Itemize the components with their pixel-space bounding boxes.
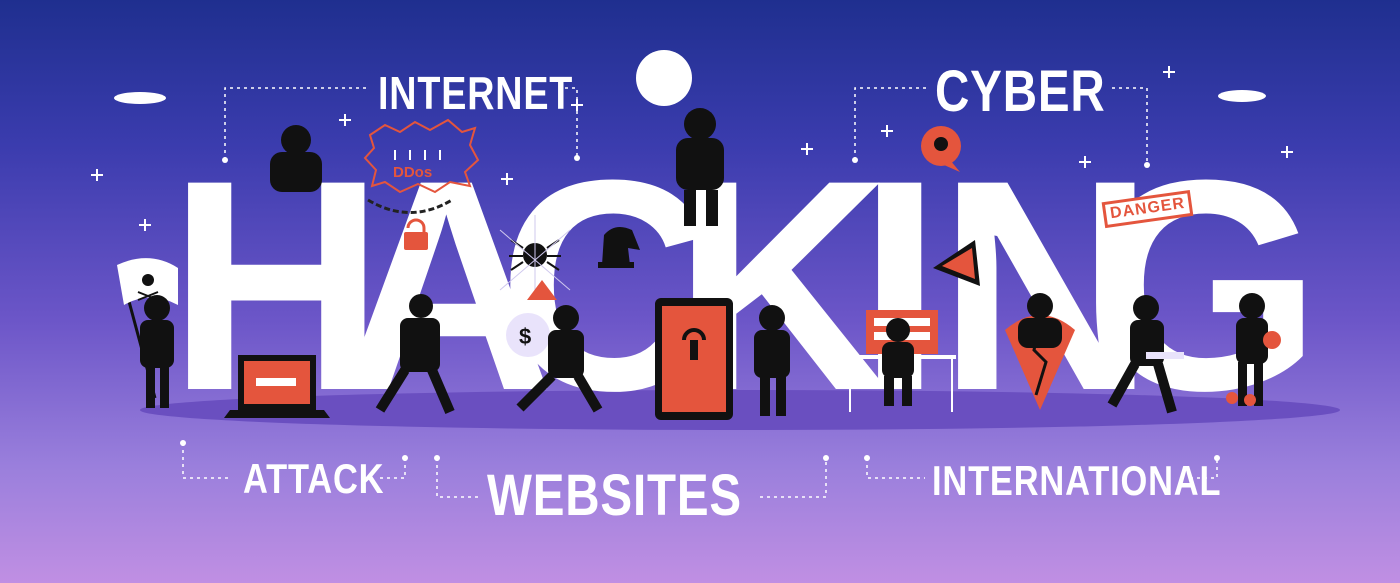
- money-bag-icon: $: [506, 313, 550, 357]
- police-officer-figure: [375, 294, 455, 414]
- tablet-lock-icon: [655, 298, 733, 420]
- ddos-badge: DDos: [393, 164, 433, 181]
- laptop-icon: [224, 355, 330, 418]
- skull-bubble-icon: [921, 126, 961, 172]
- hacker-figure: [676, 108, 724, 226]
- illustrations: $: [117, 108, 1281, 420]
- hacker-figure: [754, 305, 790, 416]
- laptop-icon: [1146, 352, 1184, 359]
- hacker-figure: [882, 318, 914, 406]
- warning-icon: [933, 240, 980, 286]
- hacker-figure: [140, 295, 174, 408]
- ddos-burst-icon: [363, 118, 480, 194]
- spider-icon: [499, 215, 571, 300]
- svg-text:$: $: [519, 324, 531, 349]
- warning-icon: [527, 280, 557, 300]
- padlock-icon: [367, 198, 453, 250]
- trojan-horse-icon: [598, 226, 640, 268]
- hacker-figure: [1236, 293, 1268, 406]
- hacker-figure: [1018, 293, 1062, 348]
- hacking-banner: H A C K I N G INTERNET CYBER ATTACK WEBS…: [0, 0, 1400, 583]
- hacker-figure: [270, 125, 322, 192]
